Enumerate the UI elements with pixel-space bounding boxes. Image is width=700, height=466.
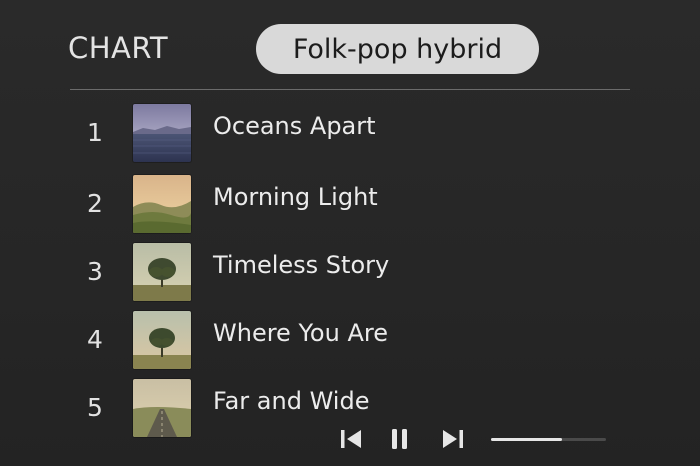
- pause-icon[interactable]: [387, 426, 413, 456]
- track-title: Timeless Story: [213, 251, 390, 279]
- playback-progress-bar[interactable]: [491, 438, 606, 441]
- album-art-lone-tree: [133, 243, 191, 301]
- track-row[interactable]: 1 Oceans Apart: [0, 104, 700, 164]
- skip-previous-icon[interactable]: [338, 426, 364, 456]
- album-art-open-road: [133, 379, 191, 437]
- track-rank: 1: [87, 118, 103, 147]
- track-title: Where You Are: [213, 319, 388, 347]
- album-art-lone-tree-dusk: [133, 311, 191, 369]
- track-title: Morning Light: [213, 183, 378, 211]
- track-title: Far and Wide: [213, 387, 370, 415]
- genre-filter-pill[interactable]: Folk-pop hybrid: [256, 24, 539, 74]
- album-art-sunrise-hills: [133, 175, 191, 233]
- page-title: CHART: [68, 31, 169, 65]
- player-controls: [330, 420, 620, 460]
- track-rank: 4: [87, 325, 103, 354]
- track-row[interactable]: 3 Timeless Story: [0, 243, 700, 303]
- track-row[interactable]: 4 Where You Are: [0, 311, 700, 371]
- header-divider: [70, 89, 630, 90]
- track-rank: 5: [87, 393, 103, 422]
- track-rank: 2: [87, 189, 103, 218]
- album-art-ocean-horizon: [133, 104, 191, 162]
- track-title: Oceans Apart: [213, 112, 376, 140]
- chart-header: CHART Folk-pop hybrid: [0, 0, 700, 90]
- track-rank: 3: [87, 257, 103, 286]
- playback-progress-fill: [491, 438, 563, 441]
- skip-next-icon[interactable]: [440, 426, 466, 456]
- track-row[interactable]: 2 Morning Light: [0, 175, 700, 235]
